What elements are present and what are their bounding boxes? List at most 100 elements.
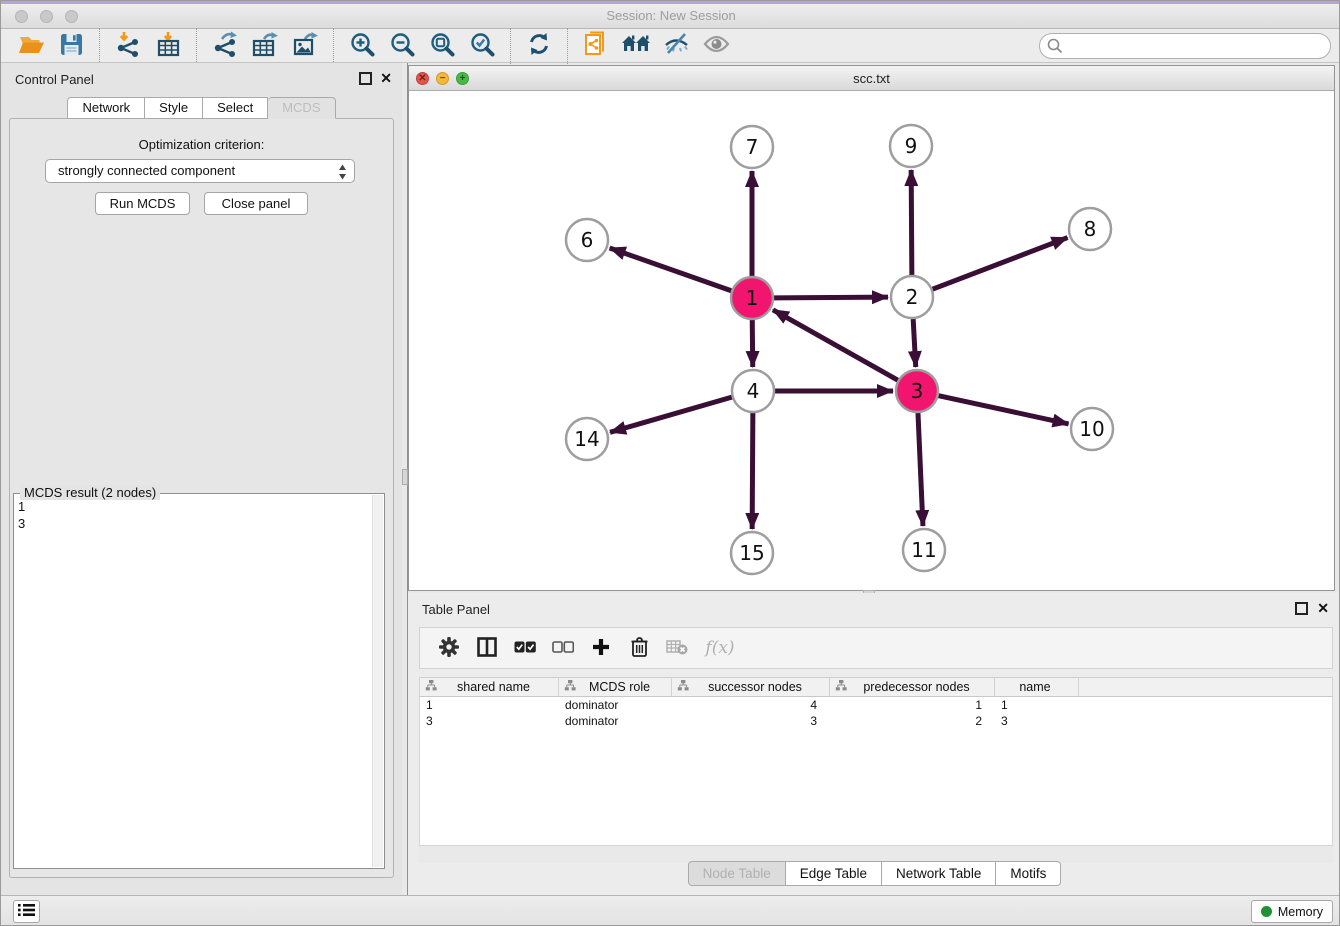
tab-node-table[interactable]: Node Table [688, 861, 786, 886]
clone-network-button[interactable] [579, 31, 613, 61]
node-8[interactable]: 8 [1069, 208, 1111, 250]
save-session-button[interactable] [54, 31, 88, 61]
table-options-button[interactable] [434, 633, 464, 663]
table-cell[interactable]: 3 [420, 713, 559, 729]
export-network-button[interactable] [208, 31, 242, 61]
table-cell[interactable]: 2 [830, 713, 995, 729]
toolbar-separator [567, 28, 568, 64]
column-header-label: successor nodes [689, 680, 829, 694]
float-panel-icon[interactable] [359, 72, 372, 85]
eye-icon [703, 34, 730, 57]
node-table-body: 1dominator4113dominator323 [420, 697, 1332, 729]
column-header-shared-name[interactable]: shared name [420, 678, 559, 696]
table-row[interactable]: 1dominator411 [420, 697, 1332, 713]
table-panel-header: Table Panel ✕ [408, 593, 1340, 625]
node-label: 10 [1079, 417, 1104, 441]
control-panel-header: Control Panel ✕ [1, 63, 402, 95]
mcds-result-scrollbar[interactable] [372, 495, 383, 867]
import-table-button[interactable] [151, 31, 185, 61]
search-input[interactable] [1039, 33, 1331, 59]
import-network-button[interactable] [111, 31, 145, 61]
node-10[interactable]: 10 [1071, 408, 1113, 450]
zoom-selected-icon [470, 32, 495, 60]
node-4[interactable]: 4 [732, 370, 774, 412]
edge-2-8[interactable] [933, 238, 1068, 290]
search-icon [1047, 38, 1063, 54]
delete-table-button[interactable] [662, 633, 692, 663]
tab-network[interactable]: Network [67, 97, 145, 119]
node-6[interactable]: 6 [566, 219, 608, 261]
table-cell[interactable]: 3 [672, 713, 830, 729]
zoom-out-button[interactable] [385, 31, 419, 61]
add-row-button[interactable] [586, 633, 616, 663]
edge-1-2[interactable] [774, 297, 888, 298]
edge-3-10[interactable] [938, 396, 1068, 424]
node-11[interactable]: 11 [903, 529, 945, 571]
edge-3-1[interactable] [773, 310, 898, 380]
tab-mcds[interactable]: MCDS [268, 97, 335, 119]
close-panel-icon[interactable]: ✕ [380, 70, 392, 87]
table-cell[interactable]: dominator [559, 713, 672, 729]
table-cell[interactable]: 1 [995, 697, 1079, 713]
column-header-predecessor-nodes[interactable]: predecessor nodes [830, 678, 995, 696]
zoom-selected-button[interactable] [465, 31, 499, 61]
task-history-button[interactable] [13, 900, 40, 923]
node-2[interactable]: 2 [891, 276, 933, 318]
hide-graphics-details-button[interactable] [659, 31, 693, 61]
column-header-MCDS-role[interactable]: MCDS role [559, 678, 672, 696]
edge-3-11[interactable] [918, 413, 923, 526]
node-1[interactable]: 1 [731, 277, 773, 319]
run-mcds-button[interactable]: Run MCDS [95, 192, 190, 215]
column-header-label: predecessor nodes [847, 680, 994, 694]
zoom-in-button[interactable] [345, 31, 379, 61]
edge-1-4[interactable] [752, 320, 753, 367]
table-cell[interactable]: 4 [672, 697, 830, 713]
tab-select[interactable]: Select [203, 97, 268, 119]
criterion-dropdown[interactable]: strongly connected component [45, 159, 355, 183]
node-15[interactable]: 15 [731, 532, 773, 574]
zoom-fit-button[interactable] [425, 31, 459, 61]
edge-2-3[interactable] [913, 319, 916, 367]
table-row[interactable]: 3dominator323 [420, 713, 1332, 729]
node-14[interactable]: 14 [566, 418, 608, 460]
delete-row-button[interactable] [624, 633, 654, 663]
node-9[interactable]: 9 [890, 125, 932, 167]
home-button[interactable] [619, 31, 653, 61]
table-cell[interactable]: 3 [995, 713, 1079, 729]
float-table-panel-icon[interactable] [1295, 602, 1308, 615]
node-3[interactable]: 3 [896, 370, 938, 412]
column-header-label: name [1000, 680, 1078, 694]
show-graphics-details-button[interactable] [699, 31, 733, 61]
edge-4-15[interactable] [752, 413, 753, 529]
network-view-frame: ✕ − + scc.txt 7968124314101511 [408, 65, 1335, 591]
edge-4-14[interactable] [610, 397, 732, 432]
show-column-button[interactable] [472, 633, 502, 663]
tab-network-table[interactable]: Network Table [882, 861, 996, 886]
select-all-button[interactable] [510, 633, 540, 663]
close-table-panel-icon[interactable]: ✕ [1317, 600, 1329, 617]
node-label: 11 [911, 538, 936, 562]
toolbar-separator [99, 28, 100, 64]
clear-selection-button[interactable] [548, 633, 578, 663]
table-toolbar: f(x) [419, 627, 1333, 669]
close-panel-button[interactable]: Close panel [204, 192, 308, 215]
tab-motifs[interactable]: Motifs [996, 861, 1061, 886]
edge-2-9[interactable] [911, 170, 912, 275]
tab-edge-table[interactable]: Edge Table [786, 861, 882, 886]
export-image-button[interactable] [288, 31, 322, 61]
network-graph-canvas[interactable]: 7 9 6 8 1 2 4 3 14 10 15 11 [409, 91, 1334, 591]
memory-button[interactable]: Memory [1251, 900, 1333, 923]
edge-1-6[interactable] [610, 248, 732, 291]
column-header-name[interactable]: name [995, 678, 1079, 696]
node-7[interactable]: 7 [731, 126, 773, 168]
export-table-button[interactable] [248, 31, 282, 61]
table-cell[interactable]: dominator [559, 697, 672, 713]
refresh-button[interactable] [522, 31, 556, 61]
table-cell[interactable]: 1 [420, 697, 559, 713]
open-file-button[interactable] [14, 31, 48, 61]
column-header-successor-nodes[interactable]: successor nodes [672, 678, 830, 696]
table-cell[interactable]: 1 [830, 697, 995, 713]
tab-style[interactable]: Style [145, 97, 203, 119]
function-builder-button[interactable]: f(x) [700, 633, 740, 663]
node-label: 15 [739, 541, 764, 565]
